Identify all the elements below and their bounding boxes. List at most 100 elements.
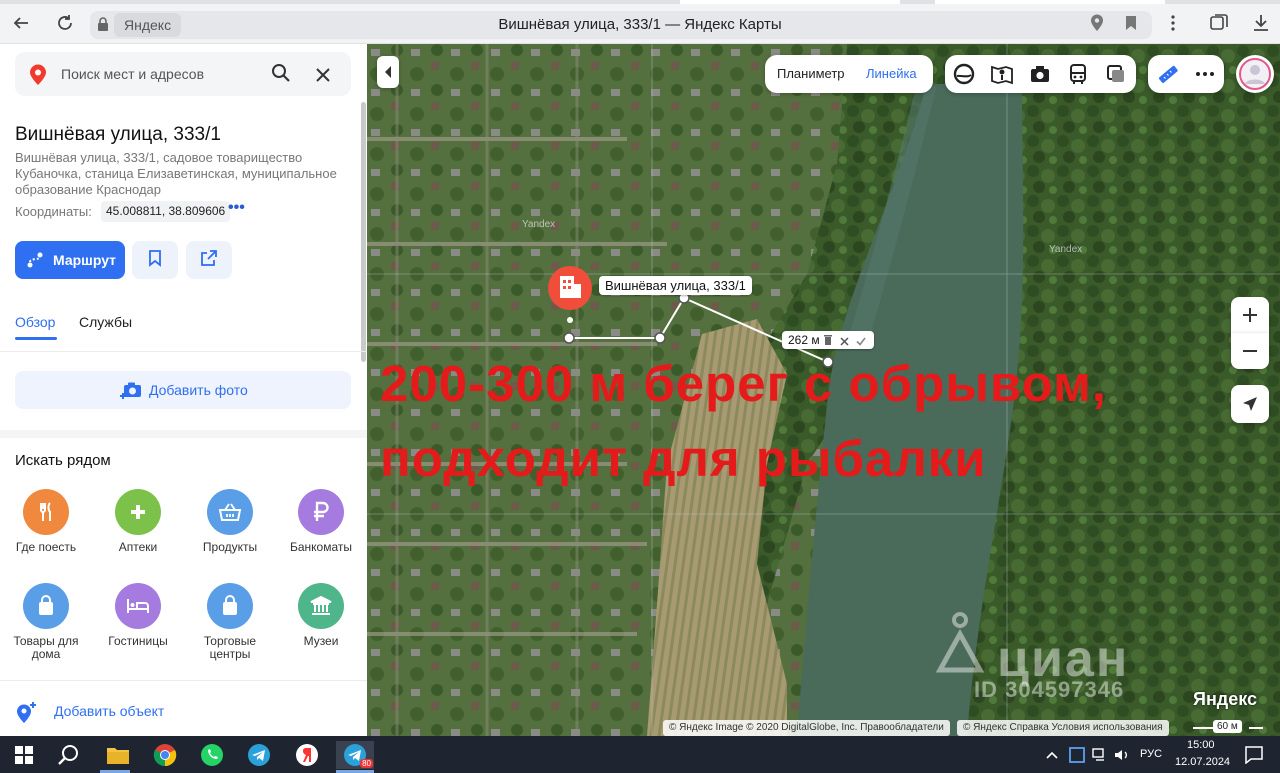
planimeter-button[interactable]: Планиметр xyxy=(777,66,845,81)
camera-icon[interactable] xyxy=(1029,63,1051,90)
input-language[interactable]: РУС xyxy=(1140,748,1162,760)
windows-start-icon[interactable] xyxy=(10,741,38,769)
add-object-label: Добавить объект xyxy=(54,703,165,719)
panorama-icon[interactable] xyxy=(990,63,1014,90)
add-photo-label: Добавить фото xyxy=(149,382,248,398)
delete-icon[interactable] xyxy=(824,334,832,348)
yandex-browser-icon[interactable] xyxy=(293,741,321,769)
sidebar-scrollbar[interactable] xyxy=(361,102,366,362)
layers-icon[interactable] xyxy=(1105,63,1127,90)
add-object-button[interactable]: Добавить объект xyxy=(15,701,164,730)
pharmacy-icon xyxy=(115,489,161,535)
nearby-malls[interactable]: Торговые центры xyxy=(191,583,269,661)
tab-overview[interactable]: Обзор xyxy=(15,314,55,330)
bookmark-icon xyxy=(148,249,162,272)
search-input[interactable]: Поиск мест и адресов xyxy=(61,66,204,82)
more-tools-icon[interactable] xyxy=(1195,64,1215,89)
chevron-up-icon[interactable] xyxy=(1043,741,1061,769)
bookmark-button[interactable] xyxy=(132,241,178,279)
notifications-icon[interactable] xyxy=(1240,741,1268,769)
place-address: Вишнёвая улица, 333/1, садовое товарищес… xyxy=(15,150,337,197)
ruler-button[interactable]: Линейка xyxy=(866,66,917,81)
nearby-museums[interactable]: Музеи xyxy=(282,583,360,648)
imagery-attribution[interactable]: © Яндекс Image © 2020 DigitalGlobe, Inc.… xyxy=(663,720,950,736)
category-label: Аптеки xyxy=(118,540,158,554)
satellite-map[interactable]: Yandex Yandex циан ID 304597346 Планимет… xyxy=(367,44,1280,736)
nearby-groceries[interactable]: Продукты xyxy=(191,489,269,554)
scale-bar: 60 м xyxy=(1193,718,1263,736)
share-icon xyxy=(200,249,218,272)
search-icon[interactable] xyxy=(55,741,83,769)
transit-icon[interactable] xyxy=(1067,63,1089,90)
ruler-icon[interactable] xyxy=(1157,63,1179,90)
download-icon[interactable] xyxy=(1248,10,1274,36)
map-watermark: Yandex xyxy=(522,219,556,230)
nearby-food[interactable]: Где поесть xyxy=(7,489,85,554)
scale-label: 60 м xyxy=(1213,720,1242,733)
clock-time[interactable]: 15:00 xyxy=(1187,739,1215,751)
collections-icon[interactable] xyxy=(1206,10,1232,36)
fork-knife-icon xyxy=(23,489,69,535)
unread-badge: 80 xyxy=(360,759,373,768)
category-label: Продукты xyxy=(202,540,258,554)
category-label: Гостиницы xyxy=(108,634,168,648)
menu-dots-icon[interactable] xyxy=(1160,10,1186,36)
whatsapp-icon[interactable] xyxy=(198,741,226,769)
satellite-layer-icon[interactable] xyxy=(953,63,975,90)
telegram-active-icon[interactable]: 80 xyxy=(336,741,374,769)
avatar[interactable] xyxy=(1236,55,1274,93)
network-icon[interactable] xyxy=(1090,741,1110,769)
close-icon[interactable] xyxy=(315,61,331,89)
close-icon[interactable] xyxy=(840,335,849,349)
category-label: Банкоматы xyxy=(289,540,352,554)
telegram-icon[interactable] xyxy=(245,741,273,769)
search-icon[interactable] xyxy=(271,63,291,88)
locate-me-button[interactable] xyxy=(1231,385,1269,423)
map-watermark: Yandex xyxy=(1049,244,1083,255)
route-icon xyxy=(25,250,45,273)
map-attribution[interactable]: © Яндекс Справка Условия использования xyxy=(957,720,1169,736)
place-marker-label[interactable]: Вишнёвая улица, 333/1 xyxy=(599,276,752,295)
map-pin-icon xyxy=(29,64,47,91)
address-bar[interactable] xyxy=(90,11,1152,39)
tools-toolbar xyxy=(1148,55,1224,93)
divider xyxy=(0,351,367,352)
coords-value[interactable]: 45.008811, 38.809606 xyxy=(101,201,231,222)
add-photo-button[interactable]: Добавить фото xyxy=(15,371,351,409)
distance-label: 262 м xyxy=(782,331,874,349)
location-pin-icon[interactable] xyxy=(1084,10,1110,36)
screen-capture-icon[interactable] xyxy=(1066,741,1088,769)
route-button[interactable]: Маршрут xyxy=(15,241,125,279)
file-explorer-icon[interactable] xyxy=(104,741,132,769)
nearby-hotels[interactable]: Гостиницы xyxy=(99,583,177,648)
tab-strip xyxy=(0,0,1280,4)
search-box[interactable]: Поиск мест и адресов xyxy=(15,52,351,96)
cian-id-watermark: ID 304597346 xyxy=(974,677,1125,702)
volume-icon[interactable] xyxy=(1112,741,1132,769)
reload-icon[interactable] xyxy=(52,10,78,36)
nearby-home-goods[interactable]: Товары для дома xyxy=(7,583,85,661)
ruble-icon xyxy=(298,489,344,535)
nearby-pharmacy[interactable]: Аптеки xyxy=(99,489,177,554)
zoom-out-button[interactable] xyxy=(1231,333,1269,369)
camera-plus-icon xyxy=(119,379,143,406)
zoom-in-button[interactable] xyxy=(1231,297,1269,333)
coords-label: Координаты: xyxy=(15,204,92,219)
chrome-icon[interactable] xyxy=(151,741,179,769)
bag-icon xyxy=(23,583,69,629)
check-icon[interactable] xyxy=(856,335,866,349)
nearby-atm[interactable]: Банкоматы xyxy=(282,489,360,554)
place-title: Вишнёвая улица, 333/1 xyxy=(15,124,221,145)
bag-icon xyxy=(207,583,253,629)
basket-icon xyxy=(207,489,253,535)
tab-services[interactable]: Службы xyxy=(79,314,132,330)
share-button[interactable] xyxy=(186,241,232,279)
address-host[interactable]: Яндекс xyxy=(114,13,182,37)
back-arrow-icon[interactable] xyxy=(8,10,34,36)
coords-more-button[interactable]: ••• xyxy=(228,199,245,217)
distance-value: 262 м xyxy=(788,333,820,347)
collapse-sidebar-button[interactable] xyxy=(377,56,399,88)
bookmark-icon[interactable] xyxy=(1118,10,1144,36)
clock-date[interactable]: 12.07.2024 xyxy=(1175,756,1230,768)
category-label: Товары для дома xyxy=(13,634,79,661)
